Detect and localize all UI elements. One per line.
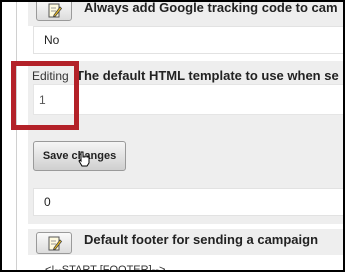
edit-default-footer-button[interactable]: [36, 232, 72, 254]
html-template-current-value: 0: [33, 188, 343, 216]
edit-google-tracking-button[interactable]: [36, 2, 72, 21]
setting-label-html-template: The default HTML template to use when se: [76, 68, 339, 83]
html-template-display-value: 0: [44, 195, 51, 209]
setting-header-default-footer: Default footer for sending a campaign: [28, 229, 343, 255]
html-template-input[interactable]: 1: [33, 84, 343, 115]
setting-label-default-footer: Default footer for sending a campaign: [84, 232, 319, 247]
setting-label-google-tracking: Always add Google tracking code to cam: [84, 0, 338, 15]
hand-cursor-icon: [78, 151, 90, 167]
google-tracking-value: No: [44, 33, 60, 47]
edit-pencil-icon: [48, 236, 62, 251]
default-footer-value-preview: <!--START [FOOTER]-->: [45, 264, 166, 272]
sidebar-divider: [16, 2, 17, 270]
annotation-highlight-box: [11, 61, 79, 130]
setting-header-google-tracking: Always add Google tracking code to cam: [28, 0, 343, 26]
edit-pencil-icon: [48, 3, 62, 18]
settings-window: Always add Google tracking code to cam N…: [0, 0, 345, 272]
setting-value-google-tracking: No: [33, 26, 343, 54]
